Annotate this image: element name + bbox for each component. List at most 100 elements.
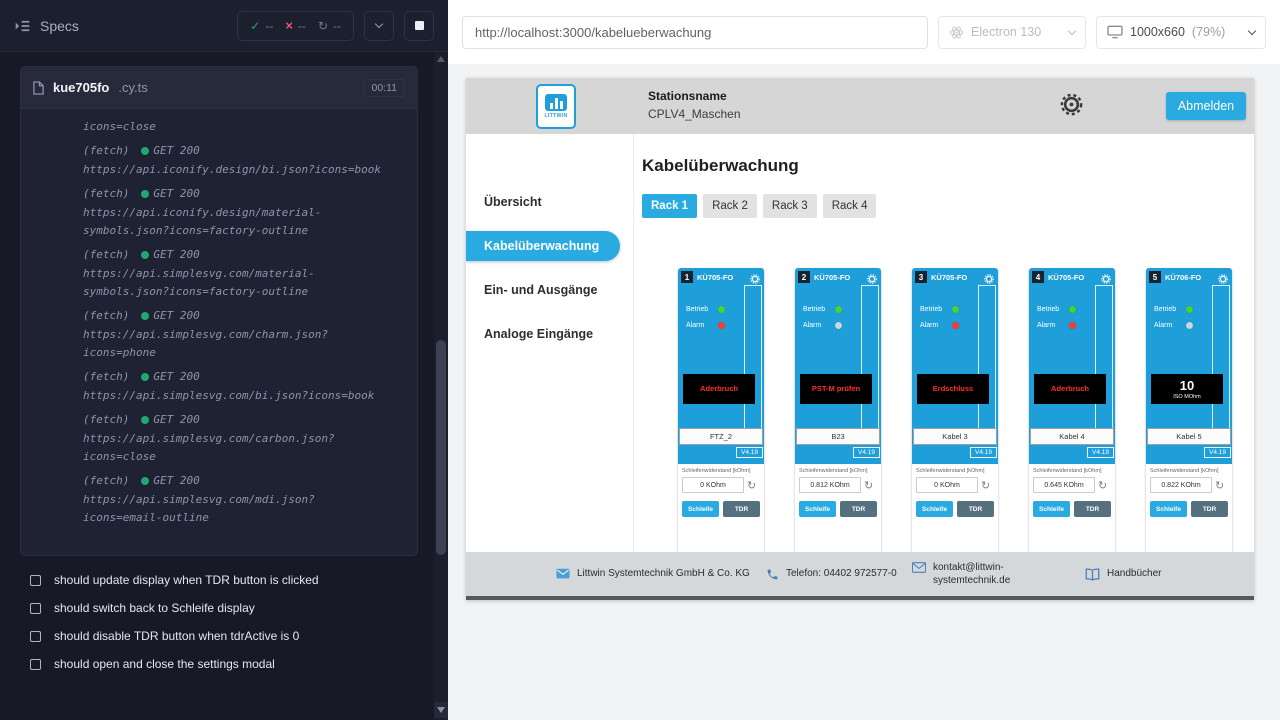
refresh-icon[interactable]: ↻ (1215, 480, 1224, 491)
refresh-icon[interactable]: ↻ (864, 480, 873, 491)
schleife-button[interactable]: Schleife (1150, 501, 1187, 517)
logout-button[interactable]: Abmelden (1166, 92, 1246, 120)
firmware-version: V4.19 (1204, 447, 1231, 458)
success-dot-icon (141, 190, 149, 198)
spec-header[interactable]: kue705fo .cy.ts 00:11 (21, 67, 417, 109)
schleife-button[interactable]: Schleife (799, 501, 836, 517)
refresh-icon[interactable]: ↻ (747, 480, 756, 491)
alarm-indicator: Alarm (1154, 322, 1193, 329)
firmware-version: V4.19 (736, 447, 763, 458)
check-icon: ✓ (250, 19, 260, 33)
success-dot-icon (141, 147, 149, 155)
card-side-panel (744, 285, 762, 431)
email-icon (912, 562, 926, 573)
sidebar-item-ein-und-ausgaenge[interactable]: Ein- und Ausgänge (466, 268, 633, 312)
footer-manuals[interactable]: Handbücher (1085, 567, 1161, 581)
sidebar-item-uebersicht[interactable]: Übersicht (466, 180, 633, 224)
scrollbar-thumb[interactable] (436, 340, 446, 555)
tdr-button[interactable]: TDR (840, 501, 877, 517)
test-state-icon (30, 659, 41, 670)
log-entry-url[interactable]: https://api.simplesvg.com/carbon.json?ic… (83, 430, 391, 466)
gear-icon (1101, 274, 1111, 284)
log-entry-url[interactable]: https://api.simplesvg.com/bi.json?icons=… (83, 387, 391, 405)
file-icon (33, 81, 44, 95)
schleife-button[interactable]: Schleife (916, 501, 953, 517)
log-entry-url[interactable]: https://api.iconify.design/bi.json?icons… (83, 161, 391, 179)
browser-select[interactable]: Electron 130 (938, 16, 1086, 49)
tab-rack-1[interactable]: Rack 1 (642, 194, 697, 218)
log-entry-fetch[interactable]: (fetch) GET 200 (83, 472, 391, 490)
status-display: PST-M prüfen (800, 374, 872, 404)
tab-rack-2[interactable]: Rack 2 (703, 194, 757, 218)
command-log: icons=close (fetch) GET 200 https://api.… (21, 109, 417, 535)
url-input[interactable]: http://localhost:3000/kabelueberwachung (462, 16, 928, 49)
cable-name-field: Kabel 5 (1147, 428, 1231, 445)
viewport-icon (1107, 25, 1123, 39)
device-cards: 1 KÜ705-FO Betrieb (678, 268, 1232, 598)
refresh-icon[interactable]: ↻ (981, 480, 990, 491)
sidebar-item-analoge-eingaenge[interactable]: Analoge Eingänge (466, 312, 633, 356)
firmware-version: V4.19 (1087, 447, 1114, 458)
log-entry[interactable]: icons=close (83, 118, 391, 136)
log-entry-url[interactable]: https://api.iconify.design/material-symb… (83, 204, 391, 240)
schleife-button[interactable]: Schleife (1033, 501, 1070, 517)
station-name: CPLV4_Maschen (648, 107, 741, 121)
device-card: 4 KÜ705-FO Betrieb (1029, 268, 1115, 598)
book-icon (1085, 568, 1100, 581)
tdr-button[interactable]: TDR (957, 501, 994, 517)
test-item[interactable]: should switch back to Schleife display (0, 594, 430, 622)
specs-label: Specs (40, 18, 79, 34)
log-entry-fetch[interactable]: (fetch) GET 200 (83, 368, 391, 386)
cable-name-field: B23 (796, 428, 880, 445)
schleife-button[interactable]: Schleife (682, 501, 719, 517)
alarm-indicator: Alarm (803, 322, 842, 329)
measurement-value: 0 KOhm (916, 477, 978, 493)
log-entry-url[interactable]: https://api.simplesvg.com/charm.json?ico… (83, 326, 391, 362)
browser-pane: http://localhost:3000/kabelueberwachung … (448, 0, 1280, 720)
sidebar-item-kabelueberwachung[interactable]: Kabelüberwachung (466, 224, 633, 268)
viewport-select[interactable]: 1000x660 (79%) (1096, 16, 1266, 49)
specs-button[interactable]: Specs (14, 18, 79, 34)
collapse-button[interactable] (364, 11, 394, 41)
littwin-logo: LITTWIN (536, 84, 576, 129)
betrieb-indicator: Betrieb (920, 306, 959, 313)
test-list: should update display when TDR button is… (0, 566, 430, 678)
footer-phone[interactable]: Telefon: 04402 972577-0 (766, 567, 898, 581)
log-entry-fetch[interactable]: (fetch) GET 200 (83, 185, 391, 203)
scroll-up-icon[interactable] (437, 56, 445, 62)
measurement-value: 0.645 KOhm (1033, 477, 1095, 493)
betrieb-led (1069, 306, 1076, 313)
scrollbar[interactable] (434, 52, 448, 720)
card-side-panel (861, 285, 879, 431)
refresh-icon[interactable]: ↻ (1098, 480, 1107, 491)
footer-company[interactable]: Littwin Systemtechnik GmbH & Co. KG (556, 567, 752, 581)
scroll-down-button[interactable] (434, 702, 448, 718)
app-bottom-scrollbar[interactable] (466, 596, 1254, 600)
log-entry-fetch[interactable]: (fetch) GET 200 (83, 411, 391, 429)
test-item[interactable]: should update display when TDR button is… (0, 566, 430, 594)
log-entry-fetch[interactable]: (fetch) GET 200 (83, 142, 391, 160)
log-entry-url[interactable]: https://api.simplesvg.com/mdi.json?icons… (83, 491, 391, 527)
log-entry-url[interactable]: https://api.simplesvg.com/material-symbo… (83, 265, 391, 301)
settings-button[interactable] (1060, 93, 1083, 121)
tdr-button[interactable]: TDR (723, 501, 760, 517)
page-title: Kabelüberwachung (642, 156, 799, 176)
tab-rack-4[interactable]: Rack 4 (823, 194, 877, 218)
footer-email[interactable]: kontakt@littwin-systemtechnik.de (912, 561, 1055, 588)
chevron-down-icon (1248, 26, 1256, 34)
device-model: KÜ706-FO (1165, 273, 1201, 282)
stop-button[interactable] (404, 11, 434, 41)
betrieb-indicator: Betrieb (686, 306, 725, 313)
log-entry-fetch[interactable]: (fetch) GET 200 (83, 246, 391, 264)
log-entry-fetch[interactable]: (fetch) GET 200 (83, 307, 391, 325)
device-card: 2 KÜ705-FO Betrieb (795, 268, 881, 598)
test-item[interactable]: should disable TDR button when tdrActive… (0, 622, 430, 650)
measurement-value: 0.822 KOhm (1150, 477, 1212, 493)
gear-icon (750, 274, 760, 284)
tdr-button[interactable]: TDR (1074, 501, 1111, 517)
alarm-indicator: Alarm (920, 322, 959, 329)
test-item[interactable]: should open and close the settings modal (0, 650, 430, 678)
tdr-button[interactable]: TDR (1191, 501, 1228, 517)
alarm-led (835, 322, 842, 329)
tab-rack-3[interactable]: Rack 3 (763, 194, 817, 218)
